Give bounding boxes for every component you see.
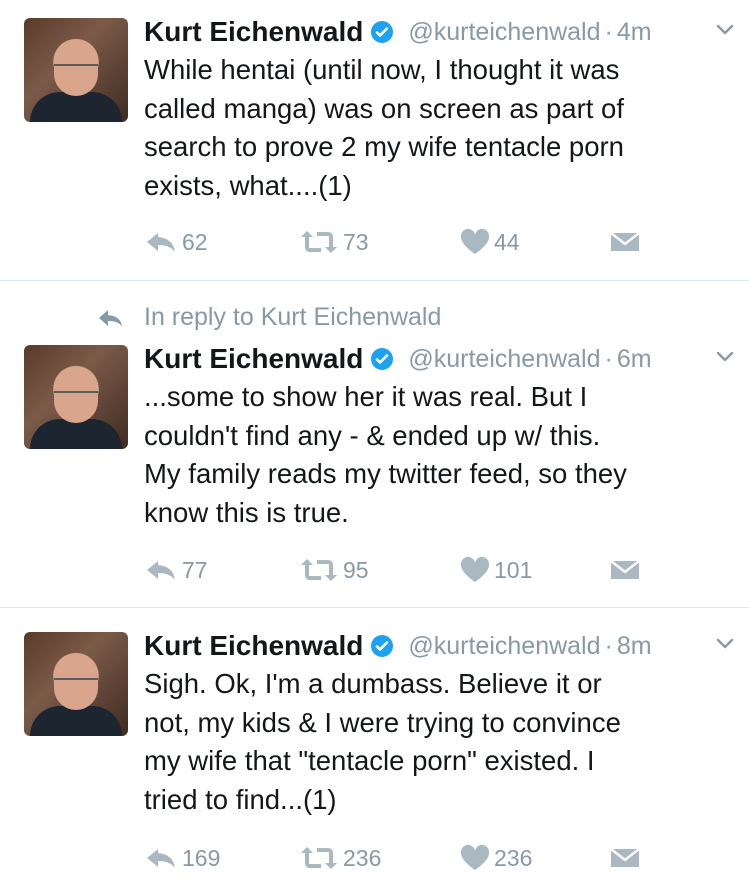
chevron-down-icon[interactable] bbox=[716, 638, 734, 650]
tweet[interactable]: In reply to Kurt Eichenwald Kurt Eichenw… bbox=[0, 281, 749, 608]
direct-message-button[interactable] bbox=[610, 552, 644, 588]
separator-dot: · bbox=[604, 631, 613, 660]
tweet[interactable]: Kurt Eichenwald @kurteichenwald · 4m Whi… bbox=[0, 0, 749, 281]
like-count: 101 bbox=[494, 556, 533, 583]
tweet-actions: 169 236 236 bbox=[144, 840, 664, 876]
chevron-down-icon[interactable] bbox=[716, 24, 734, 36]
tweet-text-line: tried to find...(1) bbox=[144, 783, 337, 815]
reply-context-text: In reply to Kurt Eichenwald bbox=[144, 303, 442, 331]
tweet-header: Kurt Eichenwald @kurteichenwald · 6m bbox=[144, 341, 734, 377]
avatar[interactable] bbox=[24, 345, 128, 449]
like-button[interactable]: 101 bbox=[460, 552, 532, 588]
tweet-text-line: my wife that "tentacle porn" existed. I bbox=[144, 745, 595, 776]
tweet-text-line: ...some to show her it was real. But I bbox=[144, 381, 588, 412]
author-name[interactable]: Kurt Eichenwald bbox=[144, 630, 363, 662]
author-name[interactable]: Kurt Eichenwald bbox=[144, 343, 363, 375]
retweet-count: 95 bbox=[343, 556, 369, 583]
reply-button[interactable]: 169 bbox=[144, 840, 220, 876]
reply-count: 62 bbox=[182, 228, 208, 255]
author-handle[interactable]: @kurteichenwald bbox=[408, 632, 600, 661]
direct-message-icon bbox=[610, 848, 640, 867]
reply-icon bbox=[147, 849, 175, 868]
tweet-actions: 62 73 44 bbox=[144, 224, 664, 260]
verified-badge-icon bbox=[371, 21, 394, 43]
retweet-icon bbox=[301, 231, 337, 253]
reply-arrow-icon bbox=[99, 309, 122, 326]
author-handle[interactable]: @kurteichenwald bbox=[408, 18, 600, 47]
chevron-down-icon[interactable] bbox=[716, 351, 734, 363]
direct-message-button[interactable] bbox=[610, 840, 644, 876]
retweet-count: 236 bbox=[343, 844, 382, 871]
like-count: 236 bbox=[494, 844, 533, 871]
reply-button[interactable]: 77 bbox=[144, 552, 208, 588]
reply-button[interactable]: 62 bbox=[144, 224, 208, 260]
verified-badge-icon bbox=[371, 635, 394, 657]
tweet-text: ...some to show her it was real. But I c… bbox=[144, 378, 729, 532]
author-name[interactable]: Kurt Eichenwald bbox=[144, 16, 363, 48]
tweet-text-line: not, my kids & I were trying to convince bbox=[144, 706, 621, 738]
avatar[interactable] bbox=[24, 18, 128, 122]
reply-count: 77 bbox=[182, 556, 208, 583]
retweet-button[interactable]: 73 bbox=[299, 224, 369, 260]
tweet-text-line: My family reads my twitter feed, so they bbox=[144, 458, 627, 489]
avatar[interactable] bbox=[24, 632, 128, 736]
verified-badge-icon bbox=[371, 348, 394, 370]
reply-icon bbox=[147, 233, 175, 252]
tweet-text-line: called manga) was on screen as part of bbox=[144, 92, 624, 124]
tweet-text-line: know this is true. bbox=[144, 496, 349, 528]
heart-icon bbox=[460, 845, 490, 870]
heart-icon bbox=[460, 229, 490, 254]
reply-count: 169 bbox=[182, 844, 221, 871]
tweet-text-line: search to prove 2 my wife tentacle porn bbox=[144, 131, 624, 162]
tweet-timestamp[interactable]: 8m bbox=[617, 632, 652, 661]
like-button[interactable]: 236 bbox=[460, 840, 532, 876]
heart-icon bbox=[460, 557, 490, 582]
tweet-actions: 77 95 101 bbox=[144, 552, 664, 588]
tweet-timestamp[interactable]: 4m bbox=[617, 18, 652, 47]
tweet-text: Sigh. Ok, I'm a dumbass. Believe it or n… bbox=[144, 665, 729, 819]
reply-icon bbox=[147, 561, 175, 580]
tweet-timeline: Kurt Eichenwald @kurteichenwald · 4m Whi… bbox=[0, 0, 749, 894]
retweet-icon bbox=[301, 559, 337, 581]
direct-message-icon bbox=[610, 560, 640, 579]
tweet-text-line: exists, what....(1) bbox=[144, 169, 352, 201]
separator-dot: · bbox=[604, 17, 613, 46]
tweet-text-line: Sigh. Ok, I'm a dumbass. Believe it or bbox=[144, 668, 602, 699]
reply-context[interactable]: In reply to Kurt Eichenwald bbox=[98, 303, 441, 332]
tweet-header: Kurt Eichenwald @kurteichenwald · 4m bbox=[144, 14, 734, 50]
author-handle[interactable]: @kurteichenwald bbox=[408, 345, 600, 374]
tweet-text: While hentai (until now, I thought it wa… bbox=[144, 51, 729, 205]
retweet-icon bbox=[301, 847, 337, 869]
retweet-button[interactable]: 95 bbox=[299, 552, 369, 588]
tweet-text-line: While hentai (until now, I thought it wa… bbox=[144, 54, 620, 85]
tweet-header: Kurt Eichenwald @kurteichenwald · 8m bbox=[144, 628, 734, 664]
like-button[interactable]: 44 bbox=[460, 224, 520, 260]
tweet-text-line: couldn't find any - & ended up w/ this. bbox=[144, 419, 601, 451]
tweet[interactable]: Kurt Eichenwald @kurteichenwald · 8m Sig… bbox=[0, 608, 749, 896]
retweet-button[interactable]: 236 bbox=[299, 840, 381, 876]
like-count: 44 bbox=[494, 228, 520, 255]
retweet-count: 73 bbox=[343, 228, 369, 255]
direct-message-button[interactable] bbox=[610, 224, 644, 260]
direct-message-icon bbox=[610, 232, 640, 251]
separator-dot: · bbox=[604, 344, 613, 373]
tweet-timestamp[interactable]: 6m bbox=[617, 345, 652, 374]
